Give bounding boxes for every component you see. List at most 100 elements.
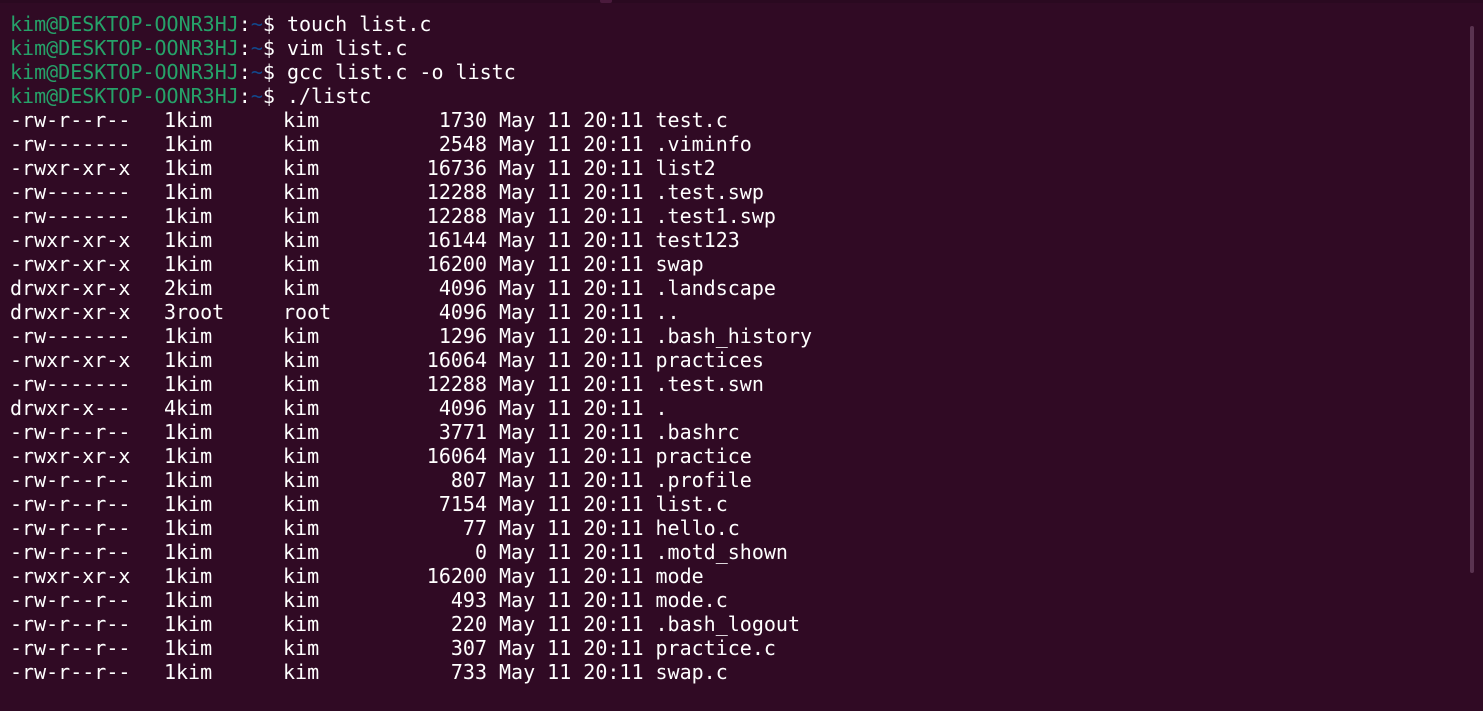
modified-date: May 11 20:11 bbox=[499, 180, 644, 204]
prompt-symbol: $ bbox=[262, 60, 275, 84]
file-name: list2 bbox=[655, 156, 716, 180]
link-count: 1 bbox=[163, 180, 176, 204]
command-text: ./listc bbox=[286, 84, 372, 108]
link-count: 1 bbox=[163, 252, 176, 276]
group: kim bbox=[283, 252, 320, 276]
listing-row: -rw-r--r-- 1kim kim 307 May 11 20:11 practice… bbox=[10, 636, 1470, 660]
command-text: gcc list.c -o listc bbox=[286, 60, 516, 84]
owner: kim bbox=[176, 612, 213, 636]
file-size: 16736 bbox=[426, 156, 487, 180]
file-name: .viminfo bbox=[655, 132, 752, 156]
prompt-user-host: kim@DESKTOP-OONR3HJ bbox=[10, 84, 239, 108]
command-line: kim@DESKTOP-OONR3HJ:~$ vim list.c bbox=[10, 36, 1470, 60]
modified-date: May 11 20:11 bbox=[499, 564, 644, 588]
group: kim bbox=[283, 420, 320, 444]
group: kim bbox=[283, 444, 320, 468]
listing-row: -rwxr-xr-x 1kim kim 16200 May 11 20:11 mode bbox=[10, 564, 1470, 588]
prompt-user-host: kim@DESKTOP-OONR3HJ bbox=[10, 60, 239, 84]
owner: kim bbox=[176, 444, 213, 468]
listing-row: -rwxr-xr-x 1kim kim 16064 May 11 20:11 practi… bbox=[10, 348, 1470, 372]
permissions: -rw-r--r-- bbox=[10, 468, 131, 492]
group: kim bbox=[283, 372, 320, 396]
permissions: -rw-r--r-- bbox=[10, 660, 131, 684]
terminal-output[interactable]: kim@DESKTOP-OONR3HJ:~$ touch list.c kim@D… bbox=[10, 12, 1470, 702]
link-count: 1 bbox=[163, 516, 176, 540]
modified-date: May 11 20:11 bbox=[499, 252, 644, 276]
link-count: 1 bbox=[163, 204, 176, 228]
owner: kim bbox=[176, 132, 213, 156]
file-size: 733 bbox=[450, 660, 487, 684]
file-size: 307 bbox=[450, 636, 487, 660]
modified-date: May 11 20:11 bbox=[499, 636, 644, 660]
owner: kim bbox=[176, 276, 213, 300]
link-count: 1 bbox=[163, 444, 176, 468]
owner: kim bbox=[176, 588, 213, 612]
file-name: .profile bbox=[655, 468, 752, 492]
permissions: -rw------- bbox=[10, 324, 131, 348]
file-size: 4096 bbox=[438, 276, 487, 300]
modified-date: May 11 20:11 bbox=[499, 156, 644, 180]
permissions: drwxr-x--- bbox=[10, 396, 131, 420]
owner: kim bbox=[176, 204, 213, 228]
group: kim bbox=[283, 180, 320, 204]
group: root bbox=[283, 300, 332, 324]
file-name: practice bbox=[655, 444, 752, 468]
modified-date: May 11 20:11 bbox=[499, 276, 644, 300]
modified-date: May 11 20:11 bbox=[499, 492, 644, 516]
link-count: 2 bbox=[163, 276, 176, 300]
command-text: touch list.c bbox=[286, 12, 432, 36]
modified-date: May 11 20:11 bbox=[499, 372, 644, 396]
group: kim bbox=[283, 396, 320, 420]
modified-date: May 11 20:11 bbox=[499, 204, 644, 228]
file-name: swap.c bbox=[655, 660, 728, 684]
group: kim bbox=[283, 612, 320, 636]
link-count: 1 bbox=[163, 372, 176, 396]
group: kim bbox=[283, 540, 320, 564]
modified-date: May 11 20:11 bbox=[499, 660, 644, 684]
owner: kim bbox=[176, 396, 213, 420]
prompt-symbol: $ bbox=[262, 84, 275, 108]
modified-date: May 11 20:11 bbox=[499, 468, 644, 492]
prompt-symbol: $ bbox=[262, 12, 275, 36]
owner: kim bbox=[176, 492, 213, 516]
command-line: kim@DESKTOP-OONR3HJ:~$ gcc list.c -o lis… bbox=[10, 60, 1470, 84]
link-count: 1 bbox=[163, 540, 176, 564]
modified-date: May 11 20:11 bbox=[499, 228, 644, 252]
group: kim bbox=[283, 228, 320, 252]
group: kim bbox=[283, 204, 320, 228]
command-text: vim list.c bbox=[286, 36, 408, 60]
link-count: 1 bbox=[163, 324, 176, 348]
command-line: kim@DESKTOP-OONR3HJ:~$ ./listc bbox=[10, 84, 1470, 108]
file-size: 16064 bbox=[426, 348, 487, 372]
owner: kim bbox=[176, 252, 213, 276]
link-count: 1 bbox=[163, 492, 176, 516]
permissions: -rw-r--r-- bbox=[10, 108, 131, 132]
file-name: hello.c bbox=[655, 516, 740, 540]
file-name: test123 bbox=[655, 228, 740, 252]
prompt-user-host: kim@DESKTOP-OONR3HJ bbox=[10, 12, 239, 36]
listing-row: -rw-r--r-- 1kim kim 493 May 11 20:11 mode.c bbox=[10, 588, 1470, 612]
file-name: .test.swp bbox=[655, 180, 764, 204]
file-size: 16144 bbox=[426, 228, 487, 252]
file-size: 7154 bbox=[438, 492, 487, 516]
file-size: 1730 bbox=[438, 108, 487, 132]
permissions: -rw------- bbox=[10, 372, 131, 396]
group: kim bbox=[283, 132, 320, 156]
modified-date: May 11 20:11 bbox=[499, 300, 644, 324]
file-name: test.c bbox=[655, 108, 728, 132]
modified-date: May 11 20:11 bbox=[499, 444, 644, 468]
listing-row: -rwxr-xr-x 1kim kim 16200 May 11 20:11 swap bbox=[10, 252, 1470, 276]
terminal-scrollbar[interactable] bbox=[1470, 26, 1474, 573]
owner: kim bbox=[176, 156, 213, 180]
owner: kim bbox=[176, 348, 213, 372]
permissions: -rwxr-xr-x bbox=[10, 564, 131, 588]
group: kim bbox=[283, 156, 320, 180]
group: kim bbox=[283, 348, 320, 372]
listing-row: drwxr-xr-x 3root root 4096 May 11 20:11.. bbox=[10, 300, 1470, 324]
listing-row: -rw-r--r-- 1kim kim 0 May 11 20:11 .motd_show… bbox=[10, 540, 1470, 564]
file-name: .landscape bbox=[655, 276, 776, 300]
file-name: mode bbox=[655, 564, 704, 588]
permissions: -rwxr-xr-x bbox=[10, 252, 131, 276]
listing-row: -rw-r--r-- 1kim kim 77 May 11 20:11 hello.c bbox=[10, 516, 1470, 540]
modified-date: May 11 20:11 bbox=[499, 540, 644, 564]
